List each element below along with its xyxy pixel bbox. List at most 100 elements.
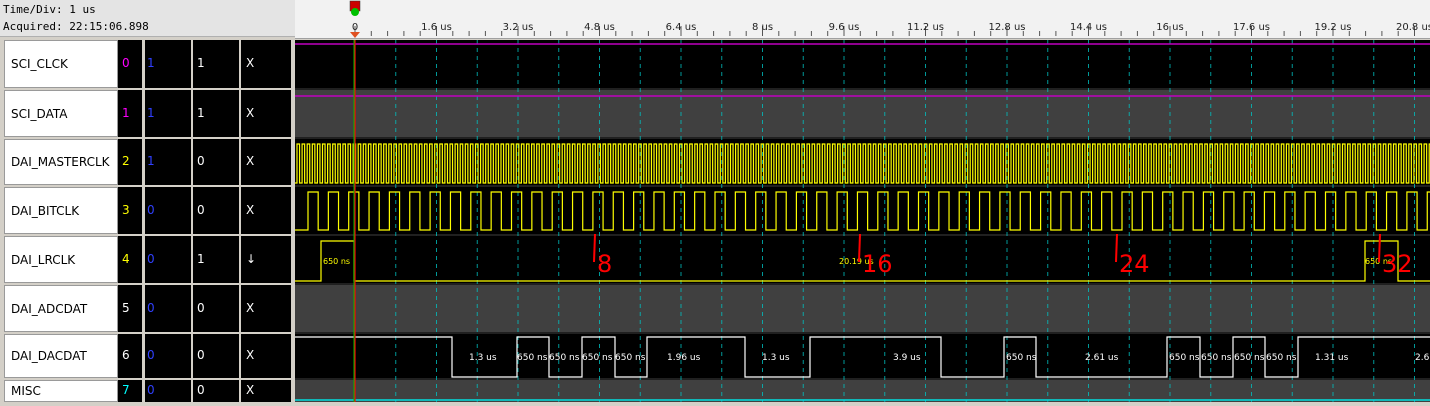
channel-level: 0 (197, 301, 205, 315)
channel-level-cell: 1 (193, 40, 239, 88)
channel-row-dai_bitclk[interactable]: DAI_BITCLK 3 0 0 X (0, 187, 295, 234)
channel-name-cell[interactable]: SCI_DATA (4, 90, 118, 137)
dacdat-duration-label: 650 ns (517, 353, 548, 363)
channel-name: DAI_DACDAT (11, 349, 87, 363)
channel-level: 0 (197, 348, 205, 362)
channel-name-cell[interactable]: SCI_CLCK (4, 40, 118, 88)
channel-trigger-cell[interactable]: X (241, 40, 291, 88)
annotation-label: 24 (1119, 250, 1150, 278)
channel-trigger: X (246, 106, 255, 120)
channel-trigger-cell[interactable]: X (241, 90, 291, 137)
channel-name-cell[interactable]: DAI_ADCDAT (4, 285, 118, 332)
channel-group-cell: 0 (145, 334, 191, 378)
channel-track-background (295, 90, 1430, 137)
channel-trigger: ↓ (246, 252, 257, 266)
channel-row-misc[interactable]: MISC 7 0 0 X (0, 380, 295, 402)
channel-row-dai_masterclk[interactable]: DAI_MASTERCLK 2 1 0 X (0, 139, 295, 185)
channel-trigger-cell[interactable]: ↓ (241, 236, 291, 283)
channel-group-cell: 1 (145, 40, 191, 88)
channel-level-cell: 1 (193, 236, 239, 283)
channel-row-sci_clck[interactable]: SCI_CLCK 0 1 1 X (0, 40, 295, 88)
dacdat-duration-label: 1.3 us (762, 353, 790, 363)
annotation-label: 32 (1382, 250, 1413, 278)
channel-row-sci_data[interactable]: SCI_DATA 1 1 1 X (0, 90, 295, 137)
channel-group-cell: 0 (145, 187, 191, 234)
channel-name-cell[interactable]: DAI_DACDAT (4, 334, 118, 378)
channel-track-background (295, 380, 1430, 402)
channel-name: DAI_MASTERCLK (11, 155, 110, 169)
channel-name-cell[interactable]: DAI_BITCLK (4, 187, 118, 234)
trigger-position-icon[interactable] (351, 8, 359, 16)
channel-group: 0 (147, 252, 155, 266)
channel-trigger: X (246, 348, 255, 362)
channel-row-dai_adcdat[interactable]: DAI_ADCDAT 5 0 0 X (0, 285, 295, 332)
channel-index: 5 (122, 301, 130, 315)
channel-name-cell[interactable]: MISC (4, 380, 118, 402)
channel-group: 0 (147, 203, 155, 217)
channel-name-cell[interactable]: DAI_LRCLK (4, 236, 118, 283)
channel-index-cell: 5 (118, 285, 142, 332)
dacdat-duration-label: 1.31 us (1315, 353, 1349, 363)
dacdat-duration-label: 650 ns (582, 353, 613, 363)
channel-trigger: X (246, 203, 255, 217)
channel-group-cell: 0 (145, 236, 191, 283)
channel-name: MISC (11, 384, 41, 398)
channel-index: 6 (122, 348, 130, 362)
annotation-marker (1378, 233, 1381, 263)
channel-group-cell: 1 (145, 90, 191, 137)
ruler-tick-label: 17.6 us (1233, 22, 1270, 33)
ruler-tick-label: 3.2 us (503, 22, 534, 33)
channel-group: 0 (147, 348, 155, 362)
channel-name-cell[interactable]: DAI_MASTERCLK (4, 139, 118, 185)
dacdat-duration-label: 2.61 us (1085, 353, 1119, 363)
channel-level-cell: 0 (193, 334, 239, 378)
dacdat-duration-label: 1.3 us (469, 353, 497, 363)
channel-level-cell: 0 (193, 139, 239, 185)
cursor-marker-icon[interactable] (350, 32, 360, 38)
channel-trigger-cell[interactable]: X (241, 380, 291, 402)
annotation-label: 16 (862, 250, 893, 278)
acquired-time-label: Acquired: 22:15:06.898 (3, 20, 149, 33)
channel-name: SCI_CLCK (11, 57, 68, 71)
ruler-tick-label: 0 (352, 22, 358, 33)
channel-index: 4 (122, 252, 130, 266)
dacdat-duration-label: 650 ns (615, 353, 646, 363)
channel-index: 3 (122, 203, 130, 217)
channel-name: DAI_BITCLK (11, 204, 80, 218)
channel-group: 0 (147, 383, 155, 397)
channel-name: SCI_DATA (11, 107, 68, 121)
channel-index: 2 (122, 154, 130, 168)
ruler-tick-label: 9.6 us (829, 22, 860, 33)
acquisition-info: Time/Div: 1 us Acquired: 22:15:06.898 (0, 0, 295, 37)
channel-index: 0 (122, 56, 130, 70)
dacdat-duration-label: 650 ns (1201, 353, 1232, 363)
channel-level-cell: 1 (193, 90, 239, 137)
channel-group: 1 (147, 154, 155, 168)
channel-trigger: X (246, 56, 255, 70)
annotation-marker (1115, 233, 1118, 263)
dacdat-duration-label: 650 ns (1006, 353, 1037, 363)
channel-group-cell: 0 (145, 285, 191, 332)
channel-trigger-cell[interactable]: X (241, 334, 291, 378)
ruler-tick-label: 6.4 us (666, 22, 697, 33)
channel-trigger-cell[interactable]: X (241, 187, 291, 234)
annotation-label: 8 (597, 250, 612, 278)
channel-group-cell: 1 (145, 139, 191, 185)
annotation-marker (593, 233, 596, 263)
ruler-tick-label: 20.8 us (1396, 22, 1430, 33)
waveform-area[interactable]: 650 ns 20.19 us 650 ns 1.3 us 650 ns 650 ns 65… (295, 40, 1430, 406)
time-div-label: Time/Div: 1 us (3, 3, 96, 16)
channel-group: 1 (147, 106, 155, 120)
channel-index-cell: 4 (118, 236, 142, 283)
channel-trigger-cell[interactable]: X (241, 139, 291, 185)
channel-row-dai_lrclk[interactable]: DAI_LRCLK 4 0 1 ↓ (0, 236, 295, 283)
dacdat-duration-label: 650 ns (549, 353, 580, 363)
ruler-svg: 0 1.6 us 3.2 us 4.8 us 6.4 us 8 us 9.6 us 11.2 … (349, 0, 1430, 38)
dacdat-duration-label: 650 ns (1266, 353, 1297, 363)
channel-row-dai_dacdat[interactable]: DAI_DACDAT 6 0 0 X (0, 334, 295, 378)
channel-index-cell: 1 (118, 90, 142, 137)
channel-index-cell: 6 (118, 334, 142, 378)
channel-trigger-cell[interactable]: X (241, 285, 291, 332)
channel-track-background (295, 285, 1430, 332)
time-ruler[interactable]: 0 1.6 us 3.2 us 4.8 us 6.4 us 8 us 9.6 us 11.2 … (295, 0, 1430, 39)
